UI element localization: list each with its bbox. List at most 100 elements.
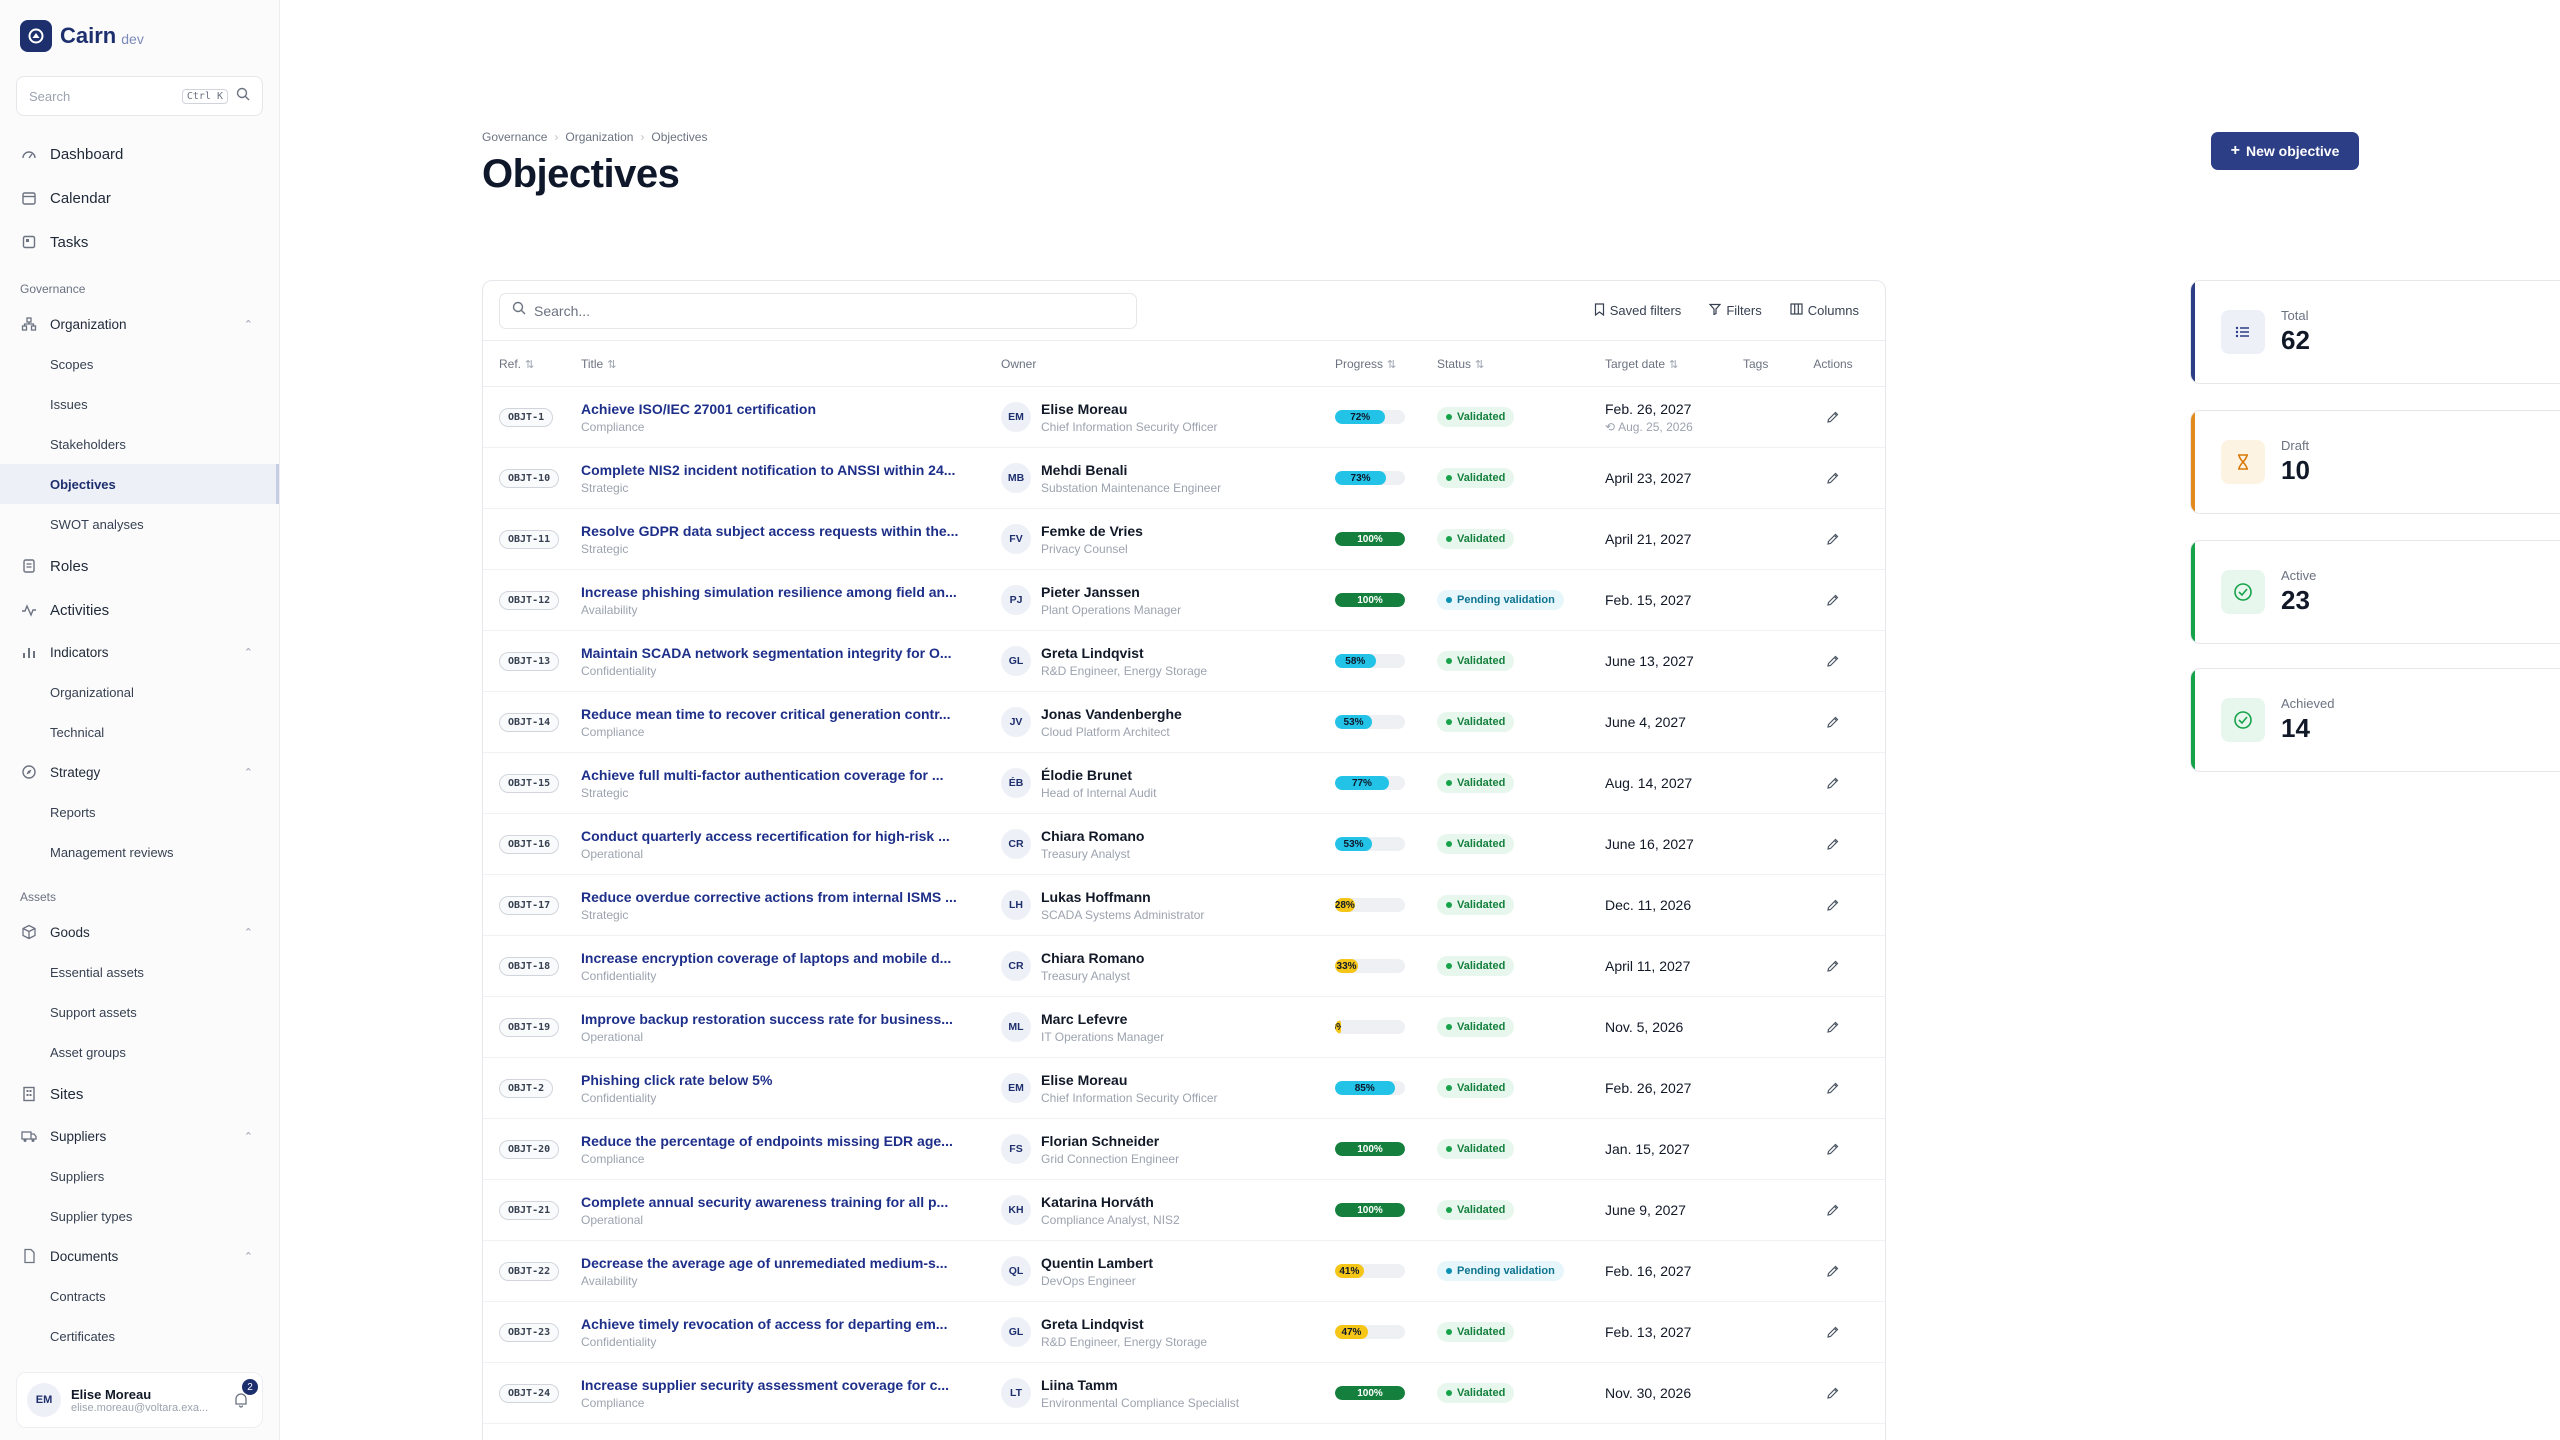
sidebar-item-support-assets[interactable]: Support assets	[0, 992, 279, 1032]
objective-title-link[interactable]: Increase phishing simulation resilience …	[581, 584, 985, 600]
edit-icon[interactable]	[1823, 956, 1843, 976]
edit-icon[interactable]	[1823, 1200, 1843, 1220]
table-row[interactable]: OBJT-23 Achieve timely revocation of acc…	[483, 1302, 1885, 1363]
table-search-input[interactable]: Search...	[499, 292, 1137, 329]
brand[interactable]: Cairn dev	[16, 0, 263, 72]
table-row[interactable]: OBJT-22 Decrease the average age of unre…	[483, 1241, 1885, 1302]
edit-icon[interactable]	[1823, 468, 1843, 488]
objective-title-link[interactable]: Achieve timely revocation of access for …	[581, 1316, 985, 1332]
sidebar-item-stakeholders[interactable]: Stakeholders	[0, 424, 279, 464]
table-row[interactable]: OBJT-13 Maintain SCADA network segmentat…	[483, 631, 1885, 692]
sidebar-item-issues[interactable]: Issues	[0, 384, 279, 424]
sidebar-item-contracts[interactable]: Contracts	[0, 1276, 279, 1316]
objective-title-link[interactable]: Achieve ISO/IEC 27001 certification	[581, 401, 985, 417]
sidebar-item-objectives[interactable]: Objectives	[0, 464, 279, 504]
table-row[interactable]: OBJT-18 Increase encryption coverage of …	[483, 936, 1885, 997]
column-header-status[interactable]: Status ⇅	[1437, 357, 1605, 371]
edit-icon[interactable]	[1823, 590, 1843, 610]
stat-card-draft[interactable]: Draft 10	[2190, 410, 2560, 514]
objective-title-link[interactable]: Complete NIS2 incident notification to A…	[581, 462, 985, 478]
sidebar-item-organizational[interactable]: Organizational	[0, 672, 279, 712]
user-menu[interactable]: EM Elise Moreau elise.moreau@voltara.exa…	[16, 1372, 263, 1428]
column-header-title[interactable]: Title ⇅	[581, 357, 1001, 371]
objective-title-link[interactable]: Maintain SCADA network segmentation inte…	[581, 645, 985, 661]
table-row[interactable]: OBJT-10 Complete NIS2 incident notificat…	[483, 448, 1885, 509]
objective-title-link[interactable]: Phishing click rate below 5%	[581, 1072, 985, 1088]
filters-button[interactable]: Filters	[1699, 296, 1771, 326]
sidebar-item-essential-assets[interactable]: Essential assets	[0, 952, 279, 992]
sidebar-item-scopes[interactable]: Scopes	[0, 344, 279, 384]
breadcrumb-item-governance[interactable]: Governance	[482, 130, 547, 144]
column-header-ref[interactable]: Ref. ⇅	[483, 357, 581, 371]
table-row[interactable]: OBJT-12 Increase phishing simulation res…	[483, 570, 1885, 631]
edit-icon[interactable]	[1823, 1322, 1843, 1342]
bell-icon[interactable]: 2	[230, 1379, 258, 1411]
edit-icon[interactable]	[1823, 773, 1843, 793]
objective-title-link[interactable]: Increase supplier security assessment co…	[581, 1377, 985, 1393]
edit-icon[interactable]	[1823, 712, 1843, 732]
sidebar-group-documents[interactable]: Documents ⌃	[16, 1236, 263, 1276]
table-row[interactable]: OBJT-19 Improve backup restoration succe…	[483, 997, 1885, 1058]
table-row[interactable]: OBJT-1 Achieve ISO/IEC 27001 certificati…	[483, 387, 1885, 448]
objective-title-link[interactable]: Complete annual security awareness train…	[581, 1194, 985, 1210]
table-row[interactable]: OBJT-11 Resolve GDPR data subject access…	[483, 509, 1885, 570]
sidebar-group-indicators[interactable]: Indicators ⌃	[16, 632, 263, 672]
objective-title-link[interactable]: Resolve GDPR data subject access request…	[581, 523, 985, 539]
table-row[interactable]: OBJT-14 Reduce mean time to recover crit…	[483, 692, 1885, 753]
table-row[interactable]: OBJT-2 Phishing click rate below 5% Conf…	[483, 1058, 1885, 1119]
sidebar-item-supplier-types[interactable]: Supplier types	[0, 1196, 279, 1236]
columns-button[interactable]: Columns	[1780, 296, 1869, 326]
edit-icon[interactable]	[1823, 1078, 1843, 1098]
sidebar-item-dashboard[interactable]: Dashboard	[16, 132, 263, 176]
table-row[interactable]: OBJT-16 Conduct quarterly access recerti…	[483, 814, 1885, 875]
stat-card-achieved[interactable]: Achieved 14	[2190, 668, 2560, 772]
sidebar-item-roles[interactable]: Roles	[16, 544, 263, 588]
stat-card-total[interactable]: Total 62	[2190, 280, 2560, 384]
sidebar-item-technical[interactable]: Technical	[0, 712, 279, 752]
objective-title-link[interactable]: Decrease the average age of unremediated…	[581, 1255, 985, 1271]
table-row[interactable]: OBJT-17 Reduce overdue corrective action…	[483, 875, 1885, 936]
objective-title-link[interactable]: Reduce mean time to recover critical gen…	[581, 706, 985, 722]
edit-icon[interactable]	[1823, 895, 1843, 915]
sidebar-group-strategy[interactable]: Strategy ⌃	[16, 752, 263, 792]
sidebar-item-suppliers[interactable]: Suppliers	[0, 1156, 279, 1196]
stat-card-active[interactable]: Active 23	[2190, 540, 2560, 644]
new-objective-button[interactable]: + New objective	[2211, 132, 2359, 170]
edit-icon[interactable]	[1823, 529, 1843, 549]
edit-icon[interactable]	[1823, 407, 1843, 427]
table-row[interactable]: OBJT-20 Reduce the percentage of endpoin…	[483, 1119, 1885, 1180]
sidebar-group-goods[interactable]: Goods ⌃	[16, 912, 263, 952]
edit-icon[interactable]	[1823, 651, 1843, 671]
table-row[interactable]: OBJT-15 Achieve full multi-factor authen…	[483, 753, 1885, 814]
sidebar-item-calendar[interactable]: Calendar	[16, 176, 263, 220]
sidebar-item-sites[interactable]: Sites	[16, 1072, 263, 1116]
sidebar-search-input[interactable]: Search Ctrl K	[16, 76, 263, 116]
sidebar-item-asset-groups[interactable]: Asset groups	[0, 1032, 279, 1072]
sidebar-item-reports[interactable]: Reports	[0, 792, 279, 832]
sidebar-item-activities[interactable]: Activities	[16, 588, 263, 632]
objective-title-link[interactable]: Achieve full multi-factor authentication…	[581, 767, 985, 783]
column-header-target-date[interactable]: Target date ⇅	[1605, 357, 1743, 371]
objective-title-link[interactable]: Increase encryption coverage of laptops …	[581, 950, 985, 966]
edit-icon[interactable]	[1823, 834, 1843, 854]
sidebar-item-management-reviews[interactable]: Management reviews	[0, 832, 279, 872]
list-icon	[2221, 310, 2265, 354]
edit-icon[interactable]	[1823, 1383, 1843, 1403]
sidebar-item-certificates[interactable]: Certificates	[0, 1316, 279, 1356]
edit-icon[interactable]	[1823, 1261, 1843, 1281]
sidebar-item-tasks[interactable]: Tasks	[16, 220, 263, 264]
edit-icon[interactable]	[1823, 1017, 1843, 1037]
objective-title-link[interactable]: Conduct quarterly access recertification…	[581, 828, 985, 844]
table-row[interactable]: OBJT-24 Increase supplier security asses…	[483, 1363, 1885, 1424]
table-row[interactable]: OBJT-21 Complete annual security awarene…	[483, 1180, 1885, 1241]
objective-title-link[interactable]: Improve backup restoration success rate …	[581, 1011, 985, 1027]
column-header-progress[interactable]: Progress ⇅	[1335, 357, 1437, 371]
breadcrumb-item-organization[interactable]: Organization	[565, 130, 633, 144]
saved-filters-button[interactable]: Saved filters	[1584, 296, 1692, 326]
sidebar-item-swot-analyses[interactable]: SWOT analyses	[0, 504, 279, 544]
sidebar-group-suppliers[interactable]: Suppliers ⌃	[16, 1116, 263, 1156]
sidebar-group-organization[interactable]: Organization ⌃	[16, 304, 263, 344]
objective-title-link[interactable]: Reduce overdue corrective actions from i…	[581, 889, 985, 905]
objective-title-link[interactable]: Reduce the percentage of endpoints missi…	[581, 1133, 985, 1149]
edit-icon[interactable]	[1823, 1139, 1843, 1159]
